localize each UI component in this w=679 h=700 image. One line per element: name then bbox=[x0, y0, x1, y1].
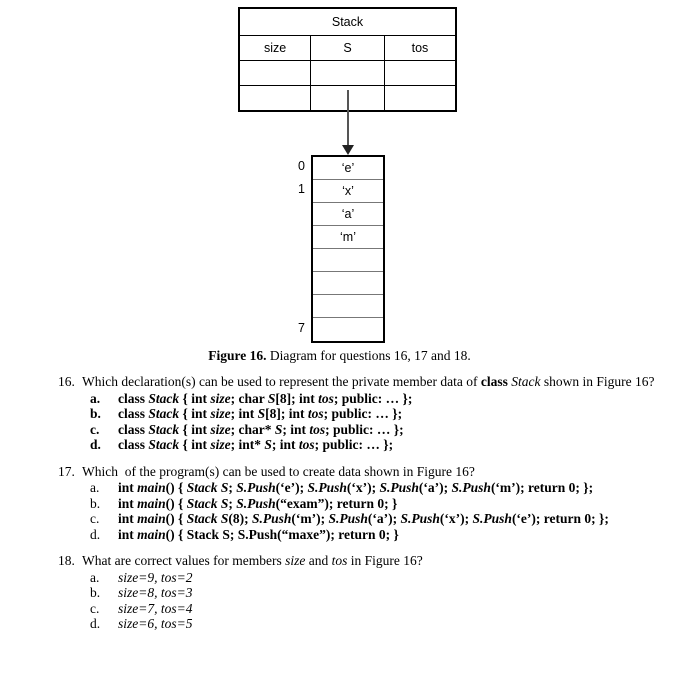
option-text: size=6, tos=5 bbox=[118, 616, 193, 631]
option-text: class Stack { int size; char* S; int tos… bbox=[118, 421, 404, 437]
question-17: 17. Which of the program(s) can be used t… bbox=[0, 464, 679, 543]
option-letter: a. bbox=[90, 569, 100, 585]
empty-cell-tos bbox=[383, 85, 457, 112]
stack-table-title-row: Stack bbox=[238, 7, 457, 36]
array-cell-2: ‘a’ bbox=[313, 203, 383, 226]
stack-table-empty-row bbox=[238, 60, 457, 86]
option-letter: a. bbox=[90, 390, 101, 406]
option-b[interactable]: b. size=8, tos=3 bbox=[0, 585, 679, 601]
option-a[interactable]: a. size=9, tos=2 bbox=[0, 570, 679, 586]
figure-caption-label: Figure 16. bbox=[208, 348, 267, 363]
questions-list: 16. Which declaration(s) can be used to r… bbox=[0, 374, 679, 643]
column-header-tos: tos bbox=[383, 35, 457, 61]
pointer-arrow-head-icon bbox=[342, 145, 354, 155]
question-text: 17. Which of the program(s) can be used t… bbox=[0, 464, 679, 480]
option-d[interactable]: d. int main() { Stack S; S.Push(“maxe”); … bbox=[0, 527, 679, 543]
question-text: 16. Which declaration(s) can be used to r… bbox=[0, 374, 679, 390]
option-text: int main() { Stack S; S.Push(“exam”); re… bbox=[118, 495, 398, 511]
option-c[interactable]: c. int main() { Stack S(8); S.Push(‘m’); … bbox=[0, 511, 679, 527]
option-c[interactable]: c. class Stack { int size; char* S; int t… bbox=[0, 422, 679, 438]
option-letter: c. bbox=[90, 600, 100, 616]
empty-cell-s bbox=[310, 60, 385, 86]
option-text: class Stack { int size; int S[8]; int to… bbox=[118, 406, 403, 421]
empty-cell-tos bbox=[383, 60, 457, 86]
column-header-s: S bbox=[310, 35, 385, 61]
empty-cell-size bbox=[238, 60, 312, 86]
option-list: a. int main() { Stack S; S.Push(‘e’); S.P… bbox=[0, 480, 679, 542]
array-index-label-0: 0 bbox=[298, 159, 305, 173]
option-d[interactable]: d. size=6, tos=5 bbox=[0, 616, 679, 632]
question-text: 18. What are correct values for members s… bbox=[0, 553, 679, 569]
option-text: int main() { Stack S(8); S.Push(‘m’); S.… bbox=[118, 511, 609, 526]
option-a[interactable]: a. int main() { Stack S; S.Push(‘e’); S.P… bbox=[0, 480, 679, 496]
array-index-label-7: 7 bbox=[298, 321, 305, 335]
stack-table-header-row: size S tos bbox=[238, 35, 457, 61]
option-letter: b. bbox=[90, 495, 101, 511]
option-text: size=8, tos=3 bbox=[118, 585, 193, 600]
option-letter: d. bbox=[90, 437, 101, 452]
pointer-arrow-line bbox=[347, 90, 349, 148]
option-b[interactable]: b. int main() { Stack S; S.Push(“exam”); … bbox=[0, 496, 679, 512]
option-text: class Stack { int size; int* S; int tos;… bbox=[118, 437, 394, 452]
option-d[interactable]: d. class Stack { int size; int* S; int to… bbox=[0, 437, 679, 453]
array-cell-0: ‘e’ bbox=[313, 157, 383, 180]
array-cell-6 bbox=[313, 295, 383, 318]
option-a[interactable]: a. class Stack { int size; char S[8]; int… bbox=[0, 391, 679, 407]
array-cell-4 bbox=[313, 249, 383, 272]
option-text: size=7, tos=4 bbox=[118, 600, 193, 616]
question-body: Which declaration(s) can be used to repr… bbox=[82, 374, 655, 389]
stack-array: ‘e’ ‘x’ ‘a’ ‘m’ bbox=[311, 155, 385, 343]
array-index-label-1: 1 bbox=[298, 182, 305, 196]
question-16: 16. Which declaration(s) can be used to r… bbox=[0, 374, 679, 453]
option-letter: b. bbox=[90, 585, 101, 600]
column-header-size: size bbox=[238, 35, 312, 61]
option-letter: d. bbox=[90, 616, 101, 631]
question-number: 17. bbox=[58, 463, 75, 479]
figure-caption-text: Diagram for questions 16, 17 and 18. bbox=[269, 348, 471, 363]
array-cell-5 bbox=[313, 272, 383, 295]
array-cell-1: ‘x’ bbox=[313, 180, 383, 203]
question-body: Which of the program(s) can be used to c… bbox=[82, 463, 475, 479]
option-text: int main() { Stack S; S.Push(“maxe”); re… bbox=[118, 526, 399, 542]
option-list: a. size=9, tos=2 b. size=8, tos=3 c. size=7, … bbox=[0, 570, 679, 632]
option-letter: b. bbox=[90, 406, 101, 421]
question-18: 18. What are correct values for members s… bbox=[0, 553, 679, 632]
option-text: size=9, tos=2 bbox=[118, 569, 193, 585]
option-b[interactable]: b. class Stack { int size; int S[8]; int … bbox=[0, 406, 679, 422]
question-number: 18. bbox=[58, 553, 75, 568]
question-number: 16. bbox=[58, 374, 75, 389]
figure-caption: Figure 16. Diagram for questions 16, 17 … bbox=[0, 348, 679, 364]
option-text: int main() { Stack S; S.Push(‘e’); S.Pus… bbox=[118, 480, 594, 495]
figure-16: Stack size S tos 0 1 7 ‘e’ ‘x’ ‘a’ ‘m’ Figu… bbox=[0, 0, 679, 365]
empty-cell-size bbox=[238, 85, 312, 112]
option-c[interactable]: c. size=7, tos=4 bbox=[0, 601, 679, 617]
option-list: a. class Stack { int size; char S[8]; int… bbox=[0, 391, 679, 453]
stack-table-title: Stack bbox=[238, 7, 457, 36]
option-text: class Stack { int size; char S[8]; int t… bbox=[118, 390, 413, 406]
option-letter: c. bbox=[90, 421, 100, 437]
array-cell-7 bbox=[313, 318, 383, 341]
array-cell-3: ‘m’ bbox=[313, 226, 383, 249]
question-body: What are correct values for members size… bbox=[82, 553, 423, 568]
option-letter: c. bbox=[90, 511, 100, 526]
option-letter: a. bbox=[90, 480, 100, 495]
option-letter: d. bbox=[90, 526, 101, 542]
